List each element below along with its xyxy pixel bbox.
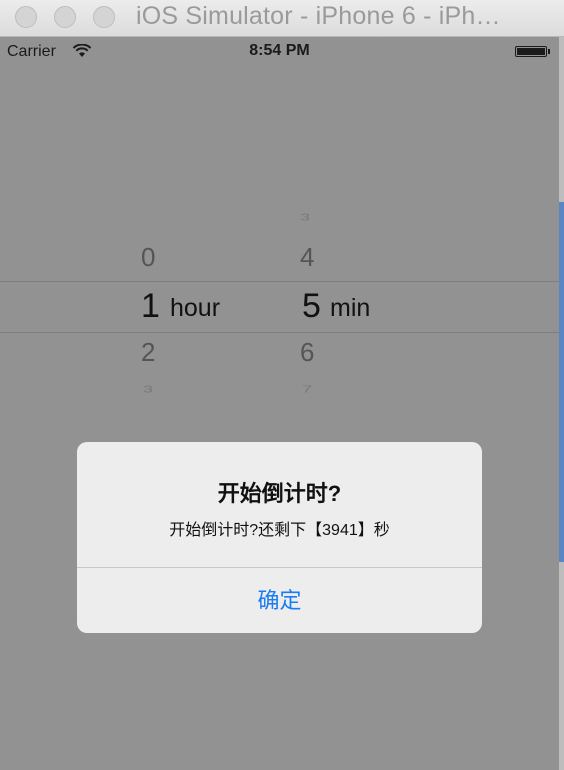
minutes-row-below[interactable]: 6 xyxy=(300,337,314,368)
picker-selection-bottom-line xyxy=(0,332,559,333)
minutes-row-above[interactable]: 4 xyxy=(300,242,314,273)
hours-row-below[interactable]: 2 xyxy=(141,337,155,368)
minutes-row-selected[interactable]: 5 xyxy=(302,287,321,326)
alert-title: 开始倒计时? xyxy=(217,481,342,506)
hours-unit-label: hour xyxy=(170,294,221,322)
hours-row-above[interactable]: 0 xyxy=(141,242,155,273)
picker-selection-top-line xyxy=(0,281,559,282)
minutes-row-below-far[interactable]: 7 xyxy=(302,384,312,396)
status-bar: Carrier 8:54 PM xyxy=(0,37,559,67)
device-screen: Carrier 8:54 PM 0 1 hour 2 3 3 4 5 min 6… xyxy=(0,37,559,770)
scroll-indicator xyxy=(559,202,564,562)
countdown-picker[interactable]: 0 1 hour 2 3 3 4 5 min 6 7 xyxy=(0,207,559,407)
window-titlebar: iOS Simulator - iPhone 6 - iPh… xyxy=(0,0,564,37)
battery-tip xyxy=(548,49,550,54)
minimize-window-button[interactable] xyxy=(54,6,76,28)
alert-message: 开始倒计时?还剩下【3941】秒 xyxy=(169,522,390,539)
simulator-window: iOS Simulator - iPhone 6 - iPh… Carrier … xyxy=(0,0,564,770)
zoom-window-button[interactable] xyxy=(93,6,115,28)
countdown-alert-dialog: 开始倒计时? 开始倒计时?还剩下【3941】秒 确定 xyxy=(77,442,482,633)
minutes-unit-label: min xyxy=(330,294,371,322)
confirm-button[interactable]: 确定 xyxy=(77,568,482,633)
battery-icon xyxy=(515,46,547,57)
window-right-edge xyxy=(559,37,564,770)
hours-row-below-far[interactable]: 3 xyxy=(143,384,153,396)
window-title: iOS Simulator - iPhone 6 - iPh… xyxy=(136,2,501,30)
close-window-button[interactable] xyxy=(15,6,37,28)
hours-row-selected[interactable]: 1 xyxy=(141,287,160,326)
status-time: 8:54 PM xyxy=(249,42,310,59)
minutes-row-above-far[interactable]: 3 xyxy=(300,212,310,224)
